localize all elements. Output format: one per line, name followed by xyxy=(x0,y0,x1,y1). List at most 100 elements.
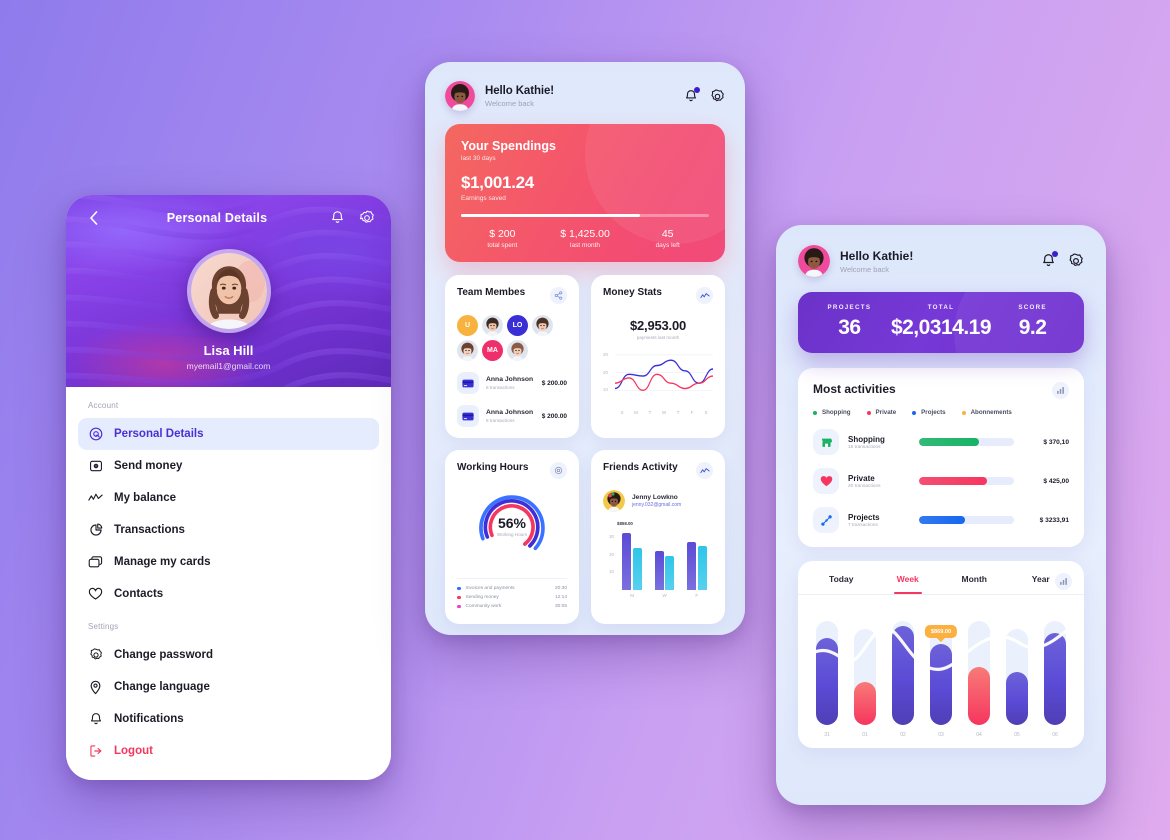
bell-icon[interactable] xyxy=(330,210,345,226)
activity-name: Private xyxy=(848,473,875,483)
team-avatar-photo[interactable] xyxy=(482,315,503,336)
menu-item-transactions[interactable]: Transactions xyxy=(78,514,379,546)
gear-icon[interactable] xyxy=(550,462,567,479)
bar-column[interactable] xyxy=(1006,613,1028,725)
menu-item-personal-details[interactable]: Personal Details xyxy=(78,418,379,450)
team-avatar-photo[interactable] xyxy=(507,340,528,361)
greeting-title: Hello Kathie! xyxy=(485,84,554,97)
notifications-button[interactable] xyxy=(1041,251,1058,269)
activity-row[interactable]: Private 20 transactions $ 425,00 xyxy=(813,468,1069,494)
menu-item-manage-my-cards[interactable]: Manage my cards xyxy=(78,546,379,578)
menu-item-change-password[interactable]: Change password xyxy=(78,639,379,671)
stat-label: total spent xyxy=(487,242,518,249)
greeting-block: Hello Kathie! Welcome back xyxy=(485,85,684,108)
transaction-sub: 8 transactions xyxy=(486,384,515,390)
legend-row: Community work 30:05 xyxy=(457,604,567,609)
card-title: Most activities xyxy=(813,382,896,396)
menu-item-label: Send money xyxy=(114,460,183,472)
gear-icon[interactable] xyxy=(359,210,375,226)
tab-month[interactable]: Month xyxy=(941,561,1008,594)
transaction-row[interactable]: Anna Johnson 8 transactions $ 200.00 xyxy=(457,372,567,394)
menu-item-label: Notifications xyxy=(114,713,184,725)
x-axis-labels: MWF xyxy=(603,593,713,598)
phone-projects: Hello Kathie! Welcome back PROJECTS 36 T… xyxy=(776,225,1106,805)
bar-column[interactable] xyxy=(968,613,990,725)
header-icons xyxy=(684,86,725,104)
transaction-amount: $ 200.00 xyxy=(541,379,567,387)
activity-info: Projects 7 transactions xyxy=(848,513,910,528)
working-hours-legend: Invoices and payments 20:30 Sending money 1… xyxy=(457,578,567,609)
tab-week[interactable]: Week xyxy=(875,561,942,594)
bar xyxy=(854,682,876,725)
summary-label: TOTAL xyxy=(927,304,955,311)
avatar[interactable] xyxy=(445,81,475,111)
menu-item-send-money[interactable]: Send money xyxy=(78,450,379,482)
legend-item: Shopping xyxy=(813,409,851,416)
summary-value: $2,0314.19 xyxy=(890,316,992,339)
page-title: Personal Details xyxy=(166,211,268,225)
bar-tooltip: $869.00 xyxy=(924,625,958,639)
transaction-sub: 8 transactions xyxy=(486,417,515,423)
spendings-subtitle: last 30 days xyxy=(461,155,496,162)
y-tick: 10 xyxy=(609,569,614,575)
stat-label: days left xyxy=(655,242,680,249)
team-avatars: U LO MA xyxy=(457,315,567,361)
transaction-row[interactable]: Anna Johnson 8 transactions $ 200.00 xyxy=(457,405,567,427)
legend-row: Invoices and payments 20:30 xyxy=(457,586,567,591)
avatar[interactable] xyxy=(798,245,830,277)
x-tick: S xyxy=(620,410,624,415)
legend-dot xyxy=(457,595,461,600)
menu-item-notifications[interactable]: Notifications xyxy=(78,703,379,735)
legend-label: Abonnements xyxy=(970,409,1012,416)
team-avatar-photo[interactable] xyxy=(532,315,553,336)
friend-row[interactable]: Jenny Lowkno jenny.032@gmail.com xyxy=(603,490,713,512)
tab-today[interactable]: Today xyxy=(808,561,875,594)
bar xyxy=(1044,633,1066,725)
activity-progress-fill xyxy=(919,516,965,524)
team-avatar-photo[interactable] xyxy=(457,340,478,361)
spendings-card: Your Spendings last 30 days $1,001.24 Ea… xyxy=(445,124,725,262)
bar-column[interactable]: $869.00 xyxy=(924,613,958,725)
gear-icon[interactable] xyxy=(710,88,725,104)
menu-item-my-balance[interactable]: My balance xyxy=(78,482,379,514)
bar-column[interactable] xyxy=(816,613,838,725)
bar-column[interactable] xyxy=(892,613,914,725)
x-tick: W xyxy=(662,593,667,598)
x-axis-labels: 31 01 02 03 04 05 06 xyxy=(798,732,1084,738)
bar-chart-icon[interactable] xyxy=(1052,382,1069,399)
activity-row[interactable]: Projects 7 transactions $ 3233,91 xyxy=(813,507,1069,533)
menu-item-change-language[interactable]: Change language xyxy=(78,671,379,703)
summary-total: TOTAL $2,0314.19 xyxy=(887,304,995,340)
card-header: Friends Activity xyxy=(603,462,713,479)
chevron-left-icon xyxy=(89,211,97,225)
share-icon[interactable] xyxy=(550,287,567,304)
friend-info: Jenny Lowkno jenny.032@gmail.com xyxy=(632,494,681,509)
back-button[interactable] xyxy=(82,207,104,229)
team-avatar-initials[interactable]: MA xyxy=(482,340,503,361)
x-tick: 31 xyxy=(824,732,830,738)
legend-dot xyxy=(912,410,917,415)
gear-icon[interactable] xyxy=(1068,253,1084,269)
bar-column[interactable] xyxy=(854,613,876,725)
spendings-title: Your Spendings xyxy=(461,139,556,153)
logout-label: Logout xyxy=(114,745,153,757)
activity-row[interactable]: Shopping 16 transactions $ 370,10 xyxy=(813,429,1069,455)
stat-value: 45 xyxy=(661,228,674,240)
x-tick: S xyxy=(704,410,708,415)
legend-value: 20:30 xyxy=(554,586,567,591)
chart-line-icon[interactable] xyxy=(696,287,713,304)
team-avatar-initials[interactable]: LO xyxy=(507,315,528,336)
card-title: Friends Activity xyxy=(603,462,678,473)
notifications-button[interactable] xyxy=(684,86,700,104)
period-tabs: Today Week Month Year xyxy=(798,561,1084,595)
bar-column[interactable] xyxy=(1044,613,1066,725)
stat-label: last month xyxy=(570,242,600,249)
most-activities-card: Most activities Shopping Private Projects A… xyxy=(798,368,1084,547)
menu-item-contacts[interactable]: Contacts xyxy=(78,578,379,610)
kathie-photo xyxy=(445,81,475,111)
team-avatar-initials[interactable]: U xyxy=(457,315,478,336)
chart-line-icon[interactable] xyxy=(696,462,713,479)
logout-button[interactable]: Logout xyxy=(78,735,379,767)
y-axis-labels: 10 20 30 xyxy=(603,346,615,401)
bar-chart-icon[interactable] xyxy=(1055,573,1072,590)
